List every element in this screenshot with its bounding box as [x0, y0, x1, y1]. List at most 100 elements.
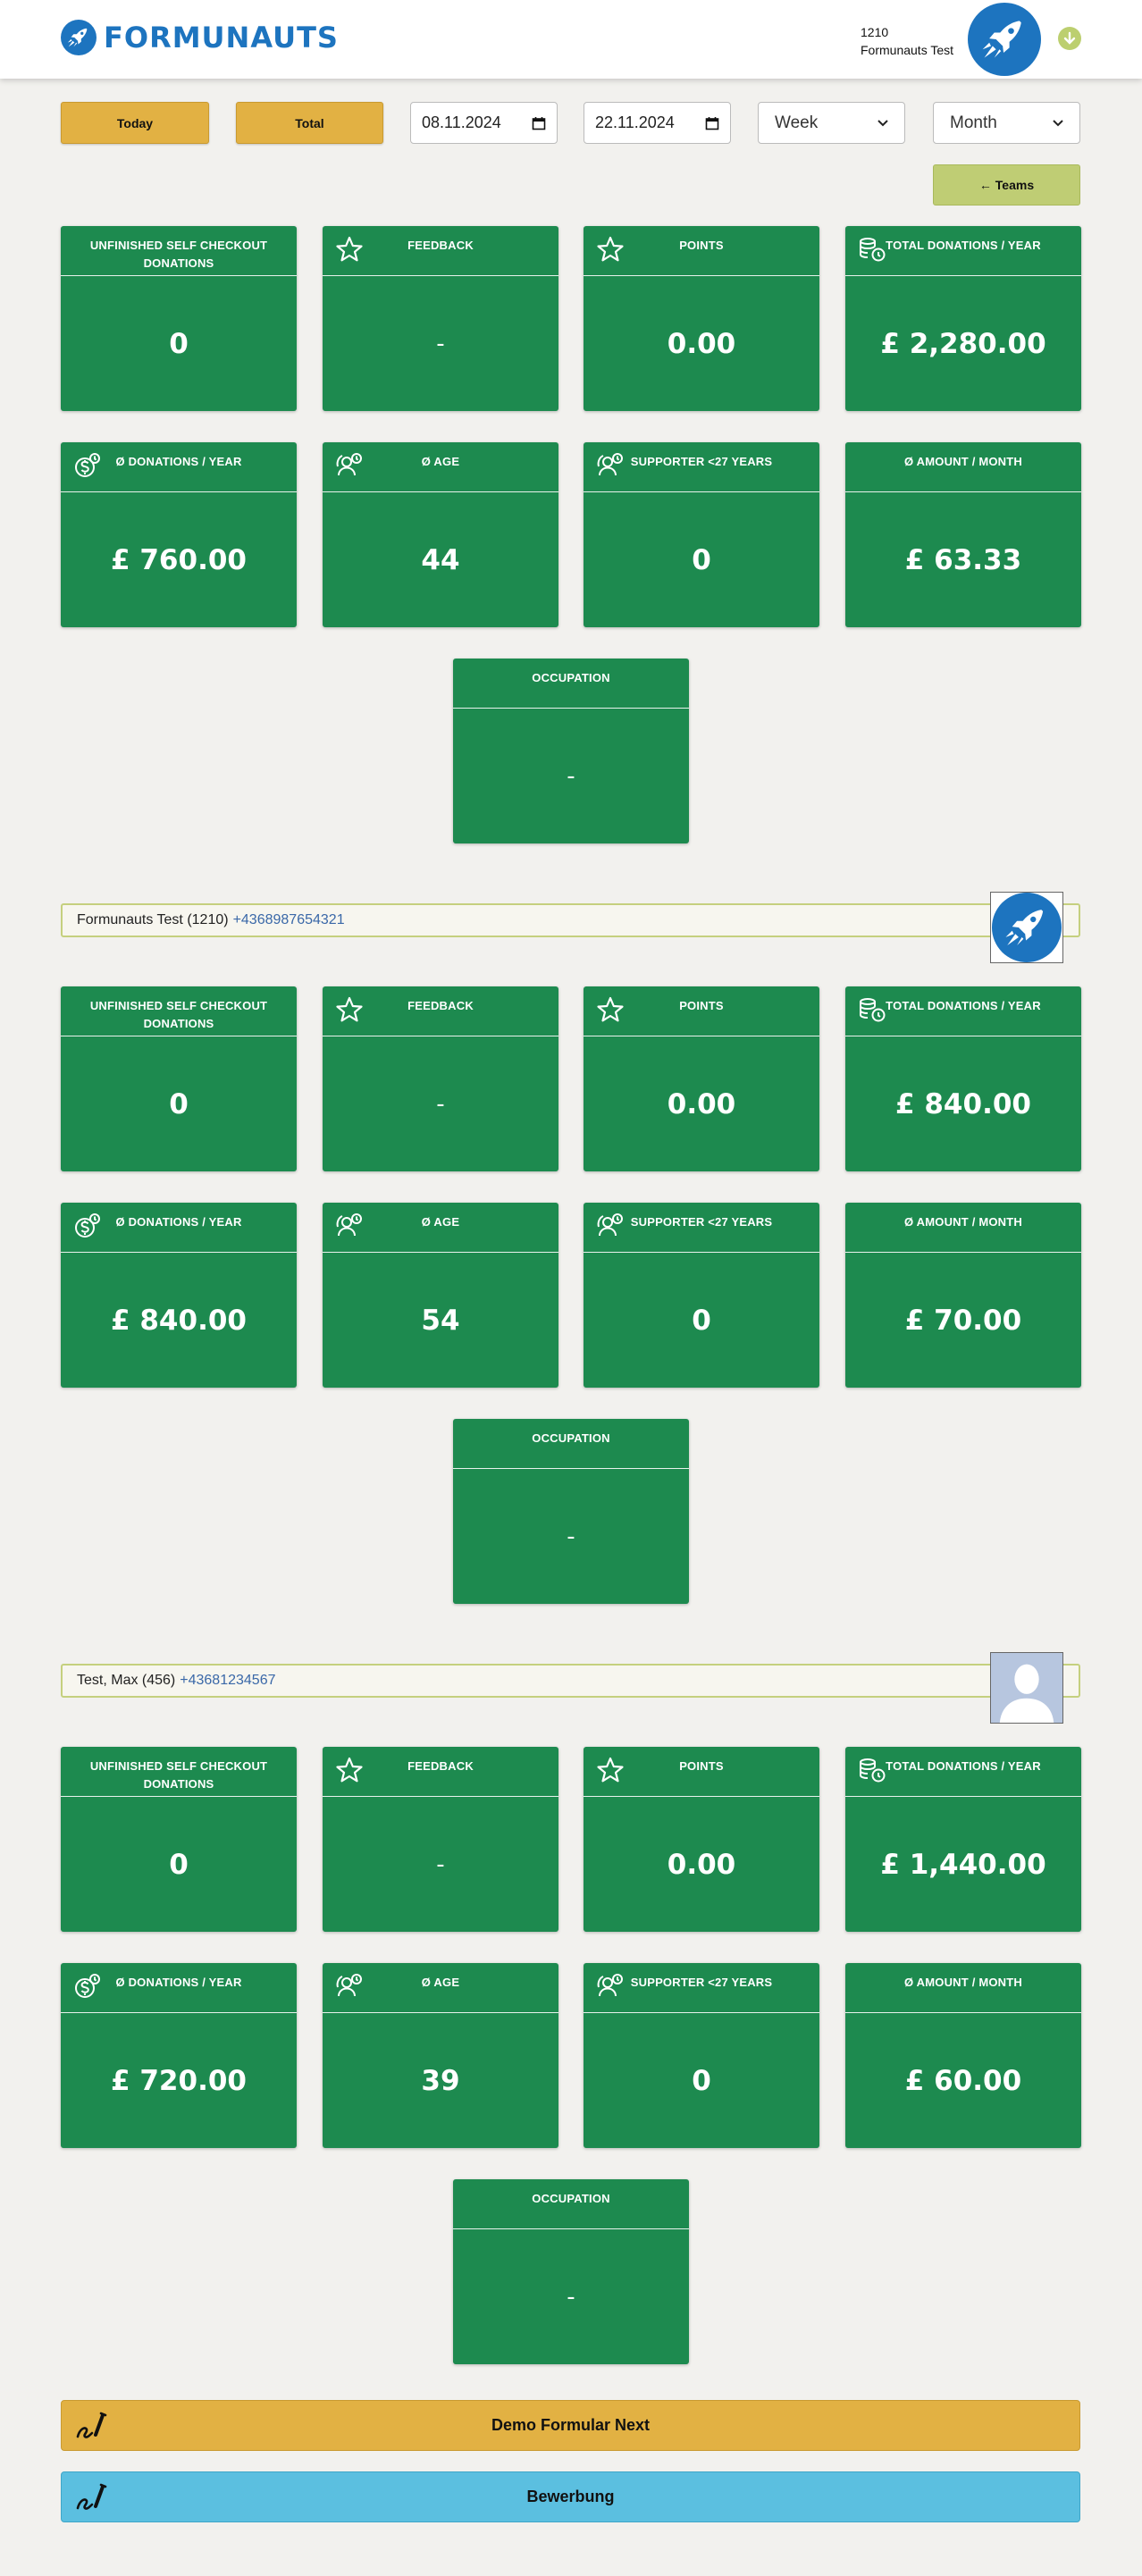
card-title: SUPPORTER <27 YEARS: [630, 1976, 773, 1989]
card-total-donations: TOTAL DONATIONS / YEAR £ 1,440.00: [845, 1747, 1081, 1932]
card-total-donations: TOTAL DONATIONS / YEAR £ 2,280.00: [845, 226, 1081, 411]
person-clock-icon: [596, 451, 625, 480]
star-icon: [596, 1756, 625, 1784]
signature-pen-icon: [76, 2410, 110, 2442]
calendar-icon[interactable]: [705, 116, 719, 130]
card-supporter: SUPPORTER <27 YEARS 0: [584, 1203, 819, 1388]
card-value: £ 70.00: [904, 1304, 1022, 1337]
card-value: 0.00: [667, 1087, 736, 1120]
card-total-donations: TOTAL DONATIONS / YEAR £ 840.00: [845, 986, 1081, 1171]
card-value: 0: [169, 1087, 189, 1120]
signature-pen-icon: [76, 2481, 110, 2513]
card-title: Ø AMOUNT / MONTH: [904, 455, 1022, 468]
card-value: 0: [169, 327, 189, 360]
dollar-clock-icon: [73, 451, 102, 480]
card-title: TOTAL DONATIONS / YEAR: [886, 999, 1041, 1012]
logo[interactable]: FORMUNAUTS: [61, 20, 339, 55]
card-supporter: SUPPORTER <27 YEARS 0: [584, 442, 819, 627]
person-clock-icon: [335, 1212, 364, 1240]
card-value: £ 2,280.00: [880, 327, 1046, 360]
card-points: POINTS 0.00: [584, 986, 819, 1171]
date-to-input[interactable]: 22.11.2024: [584, 102, 731, 144]
date-from-input[interactable]: 08.11.2024: [410, 102, 558, 144]
card-value: -: [567, 1523, 575, 1550]
card-title: POINTS: [679, 999, 724, 1012]
card-avg-age: Ø AGE 39: [323, 1963, 558, 2148]
form-button-label: Demo Formular Next: [491, 2416, 651, 2434]
card-title: SUPPORTER <27 YEARS: [630, 455, 773, 468]
card-value: -: [567, 2283, 575, 2311]
card-value: -: [567, 762, 575, 790]
member-name: Test, Max (456): [77, 1673, 176, 1688]
user-name: Formunauts Test: [861, 43, 954, 57]
teams-back-button[interactable]: ← Teams: [933, 164, 1080, 206]
card-title: FEEDBACK: [407, 1759, 474, 1773]
user-avatar[interactable]: [968, 3, 1041, 76]
card-title: POINTS: [679, 239, 724, 252]
card-feedback: FEEDBACK -: [323, 986, 558, 1171]
card-value: £ 840.00: [111, 1304, 247, 1337]
today-button[interactable]: Today: [61, 102, 209, 144]
card-avg-donations: Ø DONATIONS / YEAR £ 720.00: [61, 1963, 297, 2148]
card-value: £ 760.00: [111, 543, 247, 576]
user-menu-toggle[interactable]: [1058, 27, 1081, 50]
card-avg-amount: Ø AMOUNT / MONTH £ 70.00: [845, 1203, 1081, 1388]
card-title: Ø DONATIONS / YEAR: [115, 455, 242, 468]
coins-clock-icon: [858, 995, 886, 1024]
card-avg-amount: Ø AMOUNT / MONTH £ 63.33: [845, 442, 1081, 627]
arrow-down-icon: [1063, 31, 1076, 45]
card-occupation: OCCUPATION -: [453, 659, 689, 843]
card-feedback: FEEDBACK -: [323, 226, 558, 411]
app-header: FORMUNAUTS 1210 Formunauts Test: [0, 0, 1142, 79]
star-icon: [335, 1756, 364, 1784]
card-title: OCCUPATION: [532, 1431, 610, 1445]
rocket-logo-icon: [61, 20, 97, 55]
card-title: Ø AGE: [421, 455, 460, 468]
total-button[interactable]: Total: [236, 102, 383, 144]
card-value: £ 1,440.00: [880, 1848, 1046, 1881]
card-title: UNFINISHED SELF CHECKOUT DONATIONS: [89, 999, 268, 1030]
member-phone-link[interactable]: +43681234567: [180, 1673, 275, 1689]
card-value: 39: [421, 2064, 460, 2097]
star-icon: [596, 235, 625, 264]
card-value: 0: [692, 2064, 711, 2097]
card-avg-donations: Ø DONATIONS / YEAR £ 840.00: [61, 1203, 297, 1388]
form-button-application[interactable]: Bewerbung: [61, 2471, 1080, 2522]
card-value: 0: [692, 1304, 711, 1337]
user-info: 1210 Formunauts Test: [861, 23, 953, 59]
calendar-icon[interactable]: [532, 116, 546, 130]
range-select[interactable]: Month: [933, 102, 1080, 144]
card-value: £ 720.00: [111, 2064, 247, 2097]
star-icon: [335, 235, 364, 264]
card-value: £ 840.00: [895, 1087, 1031, 1120]
card-title: Ø AMOUNT / MONTH: [904, 1215, 1022, 1229]
card-value: £ 63.33: [904, 543, 1022, 576]
member-phone-link[interactable]: +4368987654321: [233, 912, 345, 928]
star-icon: [335, 995, 364, 1024]
card-title: Ø DONATIONS / YEAR: [115, 1976, 242, 1989]
card-title: Ø AGE: [421, 1976, 460, 1989]
person-clock-icon: [335, 1972, 364, 2001]
member-bar[interactable]: Formunauts Test (1210) +4368987654321: [61, 903, 1080, 937]
card-value: 0.00: [667, 1848, 736, 1881]
card-title: OCCUPATION: [532, 671, 610, 684]
card-title: TOTAL DONATIONS / YEAR: [886, 1759, 1041, 1773]
coins-clock-icon: [858, 1756, 886, 1784]
period-select-value: Week: [775, 113, 819, 132]
card-title: OCCUPATION: [532, 2192, 610, 2205]
card-title: SUPPORTER <27 YEARS: [630, 1215, 773, 1229]
card-occupation: OCCUPATION -: [453, 1419, 689, 1604]
card-avg-amount: Ø AMOUNT / MONTH £ 60.00: [845, 1963, 1081, 2148]
card-title: FEEDBACK: [407, 999, 474, 1012]
card-title: UNFINISHED SELF CHECKOUT DONATIONS: [89, 1759, 268, 1791]
member-bar[interactable]: Test, Max (456) +43681234567: [61, 1664, 1080, 1698]
card-title: POINTS: [679, 1759, 724, 1773]
member-name: Formunauts Test (1210): [77, 912, 229, 927]
period-select[interactable]: Week: [758, 102, 905, 144]
range-select-value: Month: [950, 113, 997, 132]
card-value: 44: [421, 543, 460, 576]
form-button-demo[interactable]: Demo Formular Next: [61, 2400, 1080, 2451]
card-avg-age: Ø AGE 44: [323, 442, 558, 627]
card-title: TOTAL DONATIONS / YEAR: [886, 239, 1041, 252]
chevron-down-icon: [877, 119, 888, 126]
